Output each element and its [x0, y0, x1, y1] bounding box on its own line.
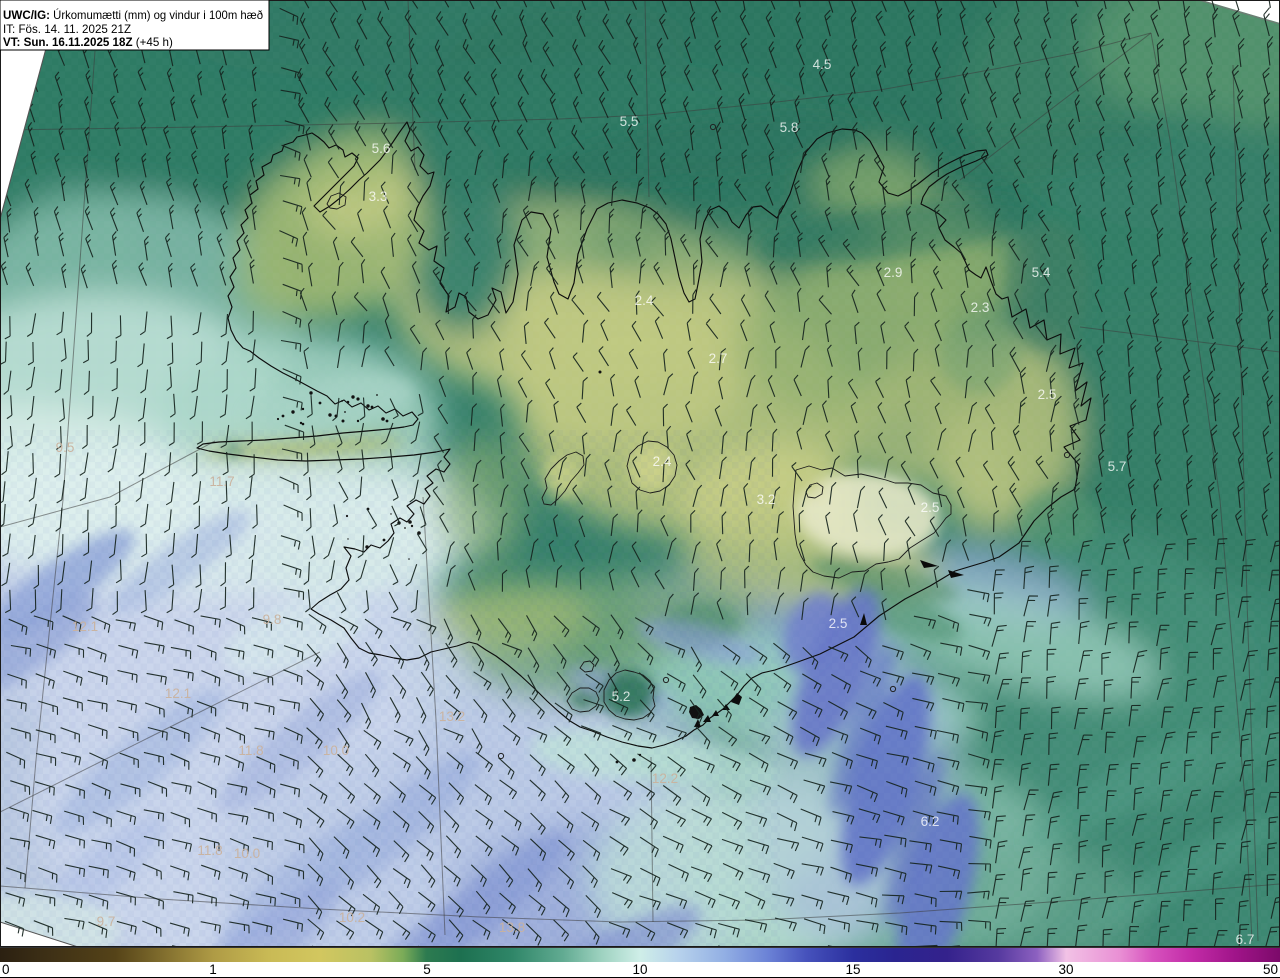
svg-text:5.4: 5.4 — [1032, 265, 1051, 280]
svg-text:5.2: 5.2 — [612, 689, 631, 704]
svg-text:10.2: 10.2 — [339, 910, 365, 925]
svg-text:50: 50 — [1263, 962, 1278, 977]
svg-text:1: 1 — [209, 962, 217, 977]
svg-text:11.8: 11.8 — [238, 743, 263, 758]
svg-text:5.5: 5.5 — [620, 114, 639, 129]
svg-text:UWC/IG: Úrkomumætti (mm) og vi: UWC/IG: Úrkomumætti (mm) og vindur i 100… — [3, 9, 264, 22]
svg-text:13.8: 13.8 — [499, 920, 525, 935]
svg-text:9.7: 9.7 — [97, 914, 116, 929]
svg-text:2.3: 2.3 — [971, 300, 990, 315]
svg-text:4.5: 4.5 — [813, 57, 832, 72]
svg-text:2.7: 2.7 — [709, 351, 728, 366]
svg-text:12.1: 12.1 — [165, 686, 191, 701]
svg-text:6.2: 6.2 — [921, 814, 940, 829]
svg-text:VT: Sun. 16.11.2025 18Z (+45 h: VT: Sun. 16.11.2025 18Z (+45 h) — [3, 36, 173, 49]
svg-text:9.8: 9.8 — [263, 612, 282, 627]
svg-text:2.4: 2.4 — [653, 454, 672, 469]
svg-text:5.7: 5.7 — [1108, 459, 1127, 474]
svg-text:11.8: 11.8 — [197, 843, 222, 858]
svg-text:2.5: 2.5 — [921, 500, 940, 515]
svg-text:15: 15 — [845, 962, 860, 977]
svg-text:10: 10 — [632, 962, 647, 977]
svg-text:13.2: 13.2 — [439, 709, 465, 724]
svg-text:30: 30 — [1058, 962, 1073, 977]
svg-text:IT: Fös. 14. 11. 2025 21Z: IT: Fös. 14. 11. 2025 21Z — [3, 23, 131, 36]
svg-text:11.7: 11.7 — [209, 474, 234, 489]
svg-text:2.4: 2.4 — [635, 293, 654, 308]
svg-text:3.3: 3.3 — [369, 189, 388, 204]
svg-text:2.5: 2.5 — [1038, 387, 1057, 402]
svg-text:6.7: 6.7 — [1236, 932, 1255, 947]
svg-text:3.2: 3.2 — [757, 492, 776, 507]
svg-text:0: 0 — [2, 962, 10, 977]
svg-text:10.0: 10.0 — [323, 743, 349, 758]
svg-text:12.2: 12.2 — [652, 771, 678, 786]
svg-text:5.6: 5.6 — [372, 141, 391, 156]
svg-text:12.1: 12.1 — [72, 619, 98, 634]
svg-text:9.5: 9.5 — [56, 440, 75, 455]
svg-text:5.8: 5.8 — [780, 120, 799, 135]
svg-text:2.9: 2.9 — [884, 265, 903, 280]
svg-text:10.0: 10.0 — [234, 846, 260, 861]
svg-text:5: 5 — [423, 962, 431, 977]
svg-text:2.5: 2.5 — [829, 616, 848, 631]
